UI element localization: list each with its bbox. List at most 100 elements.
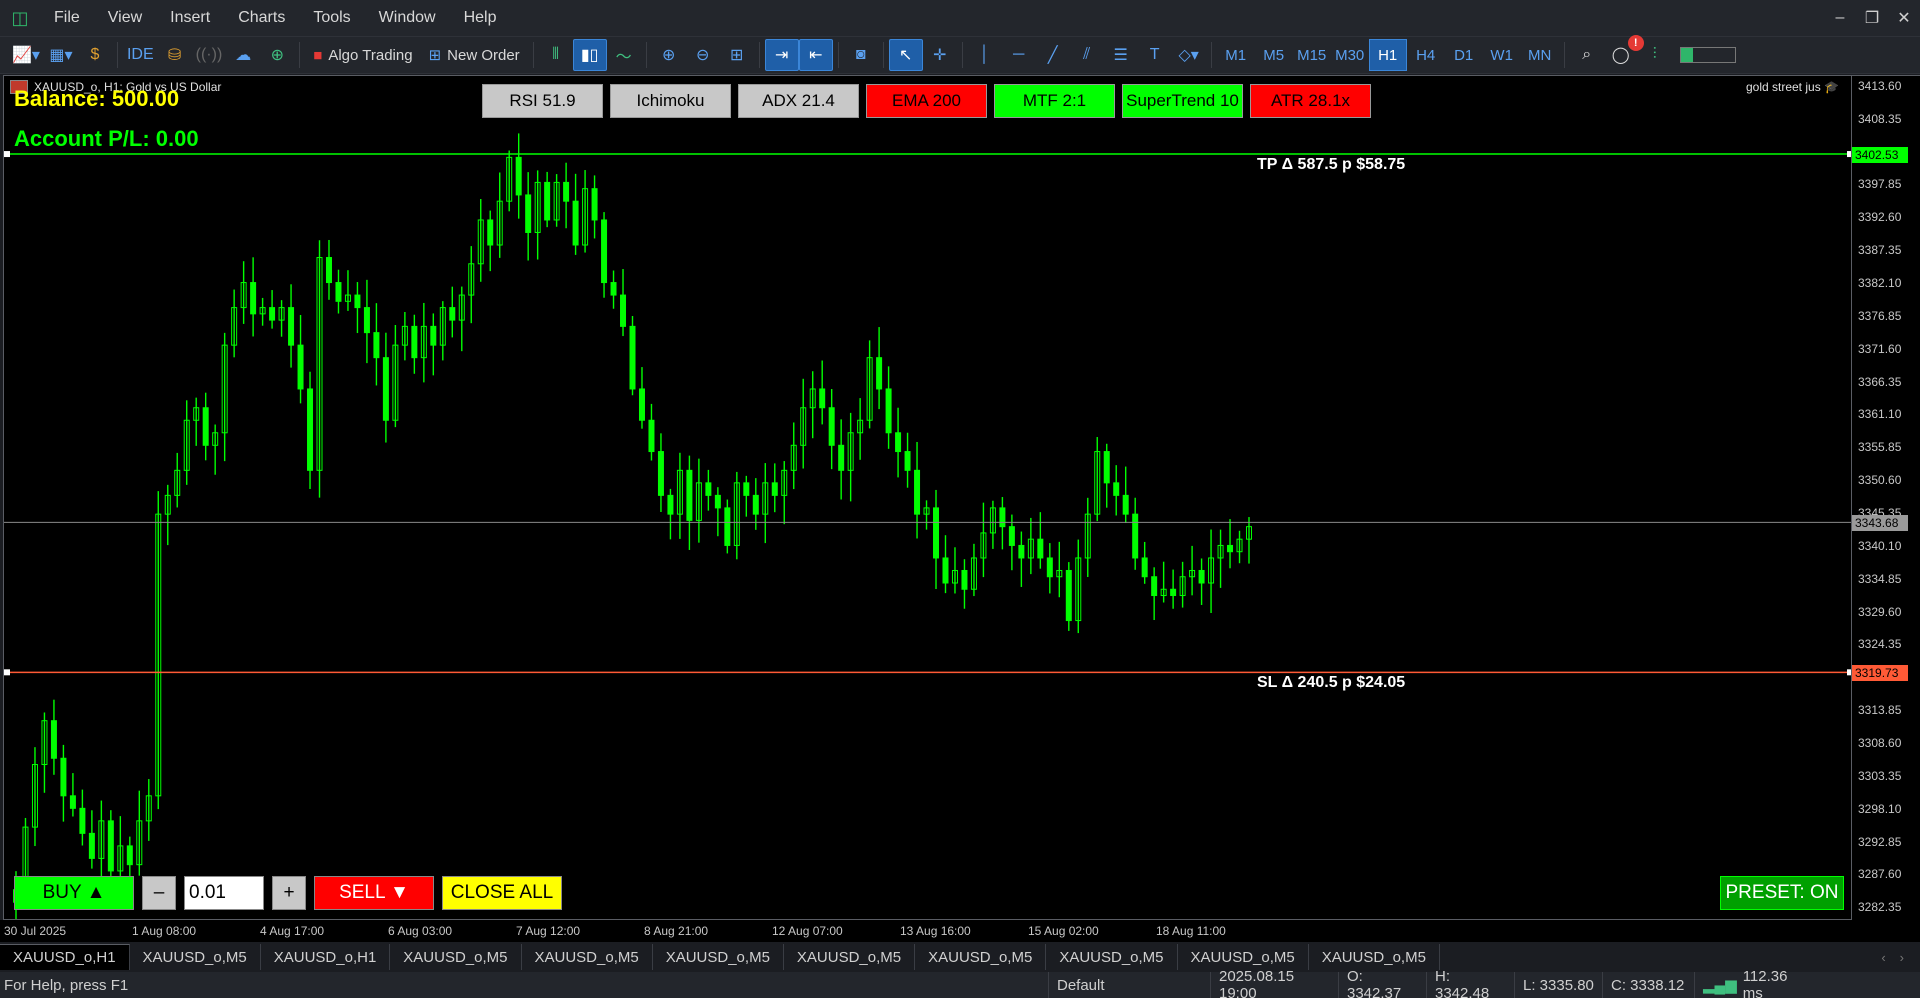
chart-tab[interactable]: XAUUSD_o,M5 [784,944,916,970]
lot-increase-button[interactable]: + [272,876,306,910]
chart-tab[interactable]: XAUUSD_o,M5 [1178,944,1309,970]
menu-help[interactable]: Help [450,0,511,36]
globe-icon[interactable]: ⊕ [260,39,294,71]
mtf-indicator-button[interactable]: MTF 2:1 [994,84,1115,118]
auto-scroll-icon[interactable]: ⇥ [764,39,799,71]
time-tick-label: 13 Aug 16:00 [900,924,971,938]
lot-size-input[interactable] [184,876,264,910]
candle-body [487,219,494,246]
sell-button[interactable]: SELL ▼ [314,876,434,910]
new-order-button[interactable]: ⊞ New Order [421,39,528,71]
window-controls: – ❐ ✕ [1824,0,1920,36]
screenshot-icon[interactable]: ◙ [844,39,878,71]
menu-file[interactable]: File [40,0,94,36]
menu-window[interactable]: Window [365,0,450,36]
algo-trading-button[interactable]: ■ Algo Trading [305,39,420,71]
timeframe-h1[interactable]: H1 [1368,39,1407,71]
chart-type-icon[interactable]: 📈▾ [8,39,44,71]
candle-body [961,569,968,590]
adx-indicator-button[interactable]: ADX 21.4 [738,84,859,118]
rsi-indicator-button[interactable]: RSI 51.9 [482,84,603,118]
minimize-button[interactable]: – [1824,0,1856,36]
supertrend-indicator-button[interactable]: SuperTrend 10 [1122,84,1243,118]
status-connection[interactable]: ▂▄▆ 112.36 ms [1694,968,1794,998]
price-chart[interactable]: XAUUSD_o, H1: Gold vs US Dollar Balance:… [3,75,1852,920]
chart-tab[interactable]: XAUUSD_o,H1 [261,944,391,970]
toolbar-separator [1210,42,1212,68]
buy-button[interactable]: BUY ▲ [14,876,134,910]
candle-body [1113,482,1120,496]
close-all-button[interactable]: CLOSE ALL [442,876,562,910]
ide-button[interactable]: IDE [123,39,158,71]
preset-toggle-button[interactable]: PRESET: ON [1720,876,1844,910]
dollar-icon[interactable]: $ [78,39,112,71]
toolbar-separator [758,42,760,68]
close-button[interactable]: ✕ [1888,0,1920,36]
line-chart-icon[interactable]: 〜 [607,39,641,71]
atr-indicator-button[interactable]: ATR 28.1x [1250,84,1371,118]
chart-tab[interactable]: XAUUSD_o,M5 [130,944,261,970]
crosshair-icon[interactable]: ✛ [923,39,957,71]
candle-body [363,307,370,334]
timeframe-d1[interactable]: D1 [1445,39,1483,71]
market-bag-icon[interactable]: ⛁ [158,39,192,71]
vps-cloud-icon[interactable]: ☁ [226,39,260,71]
horizontal-line-icon[interactable]: ─ [1002,39,1036,71]
chart-tab[interactable]: XAUUSD_o,M5 [915,944,1047,970]
status-profile[interactable]: Default [1048,972,1210,998]
connection-level [1679,47,1736,63]
shapes-icon[interactable]: ◇▾ [1172,39,1206,71]
vertical-line-icon[interactable]: │ [968,39,1002,71]
lot-decrease-button[interactable]: – [142,876,176,910]
menu-charts[interactable]: Charts [224,0,299,36]
price-tick-label: 3413.60 [1858,78,1902,93]
timeframe-w1[interactable]: W1 [1483,39,1521,71]
timeframe-m5[interactable]: M5 [1255,39,1293,71]
tab-scroll-right-icon[interactable]: › [1900,950,1904,965]
chart-tab[interactable]: XAUUSD_o,H1 [0,944,130,970]
ema-indicator-button[interactable]: EMA 200 [866,84,987,118]
templates-icon[interactable]: ▦▾ [44,39,78,71]
menu-view[interactable]: View [94,0,156,36]
text-tool-icon[interactable]: T [1138,39,1172,71]
chart-tab[interactable]: XAUUSD_o,M5 [522,944,653,970]
chart-tab[interactable]: XAUUSD_o,M5 [1046,944,1178,970]
ichimoku-indicator-button[interactable]: Ichimoku [610,84,731,118]
search-icon[interactable]: ⌕ [1570,39,1604,71]
tile-windows-icon[interactable]: ⊞ [720,39,754,71]
zoom-in-icon[interactable]: ⊕ [652,39,686,71]
chart-tab[interactable]: XAUUSD_o,M5 [1309,944,1440,970]
tab-scroll-left-icon[interactable]: ‹ [1881,950,1885,965]
chart-tab[interactable]: XAUUSD_o,M5 [653,944,784,970]
zoom-out-icon[interactable]: ⊖ [686,39,720,71]
candle-body [648,419,655,453]
timeframe-m30[interactable]: M30 [1331,39,1369,71]
candle-body [563,181,570,202]
timeframe-mn[interactable]: MN [1521,39,1559,71]
notifications-icon[interactable]: ◯! [1604,35,1644,71]
fibonacci-icon[interactable]: ☰ [1104,39,1138,71]
menu-tools[interactable]: Tools [299,0,364,36]
bar-chart-icon[interactable]: ⫴ [539,39,573,71]
candle-body [411,325,418,359]
timeframe-m15[interactable]: M15 [1293,39,1331,71]
timeframe-h4[interactable]: H4 [1407,39,1445,71]
price-axis[interactable]: 3413.60 3408.35 3402.53 3397.85 3392.60 3387.… [1852,75,1920,920]
menu-insert[interactable]: Insert [156,0,224,36]
candle-body [60,757,67,797]
signals-icon[interactable]: ((·)) [192,39,227,71]
trendline-icon[interactable]: ╱ [1036,39,1070,71]
chart-shift-icon[interactable]: ⇤ [798,39,833,71]
timeframe-m1[interactable]: M1 [1217,39,1255,71]
channel-icon[interactable]: ⫽ [1070,39,1104,71]
candlestick-icon[interactable]: ▮▯ [572,39,607,71]
time-axis[interactable]: 30 Jul 2025 1 Aug 08:00 4 Aug 17:00 6 Aug 0… [0,920,1920,942]
chart-tab[interactable]: XAUUSD_o,M5 [390,944,522,970]
cursor-icon[interactable]: ↖ [888,39,923,71]
candle-body [107,820,114,872]
expert-caption: gold street jus 🎓 [1746,80,1839,94]
candle-body [297,344,304,390]
candle-body [515,156,522,196]
restore-button[interactable]: ❐ [1856,0,1888,36]
price-tick-label: 3382.10 [1858,275,1902,290]
